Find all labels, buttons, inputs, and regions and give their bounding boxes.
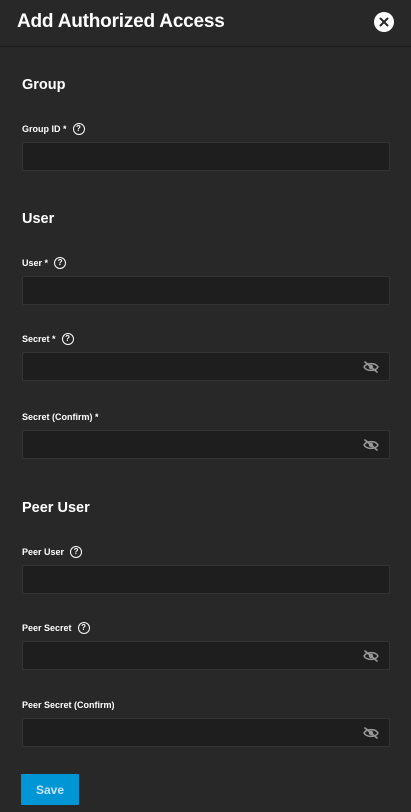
section-title-user: User — [22, 211, 55, 227]
peer-secret-confirm-input[interactable] — [22, 718, 390, 747]
help-icon[interactable]: ? — [61, 333, 74, 345]
peer-user-input[interactable] — [22, 565, 390, 594]
group-id-label: Group ID * ? — [22, 122, 85, 136]
peer-secret-confirm-label-text: Peer Secret (Confirm) — [22, 700, 115, 710]
help-icon[interactable]: ? — [70, 546, 83, 558]
section-title-group: Group — [22, 77, 66, 93]
secret-label-text: Secret * — [22, 334, 56, 344]
secret-input[interactable] — [22, 352, 390, 381]
close-button[interactable] — [374, 12, 394, 32]
peer-secret-input[interactable] — [22, 641, 390, 670]
secret-label: Secret * ? — [22, 332, 74, 346]
secret-confirm-label-text: Secret (Confirm) * — [22, 412, 99, 422]
eye-off-icon[interactable] — [363, 727, 379, 739]
help-icon[interactable]: ? — [72, 123, 85, 135]
section-title-peer-user: Peer User — [22, 500, 90, 516]
user-input[interactable] — [22, 276, 390, 305]
eye-off-icon[interactable] — [363, 439, 379, 451]
header-divider — [0, 46, 411, 47]
peer-secret-label: Peer Secret ? — [22, 621, 90, 635]
eye-off-icon[interactable] — [363, 361, 379, 373]
user-label-text: User * — [22, 258, 49, 268]
secret-confirm-input[interactable] — [22, 430, 390, 459]
eye-off-icon[interactable] — [363, 650, 379, 662]
save-button[interactable]: Save — [21, 774, 79, 805]
close-icon — [379, 17, 389, 27]
user-label: User * ? — [22, 256, 67, 270]
peer-user-label: Peer User ? — [22, 545, 83, 559]
group-id-label-text: Group ID * — [22, 124, 67, 134]
help-icon[interactable]: ? — [77, 622, 90, 634]
peer-secret-confirm-label: Peer Secret (Confirm) — [22, 698, 115, 712]
secret-confirm-label: Secret (Confirm) * — [22, 410, 99, 424]
peer-secret-label-text: Peer Secret — [22, 623, 72, 633]
help-icon[interactable]: ? — [54, 257, 67, 269]
group-id-input[interactable] — [22, 142, 390, 171]
dialog-title: Add Authorized Access — [17, 11, 225, 32]
peer-user-label-text: Peer User — [22, 547, 65, 557]
dialog-header: Add Authorized Access — [0, 0, 411, 46]
